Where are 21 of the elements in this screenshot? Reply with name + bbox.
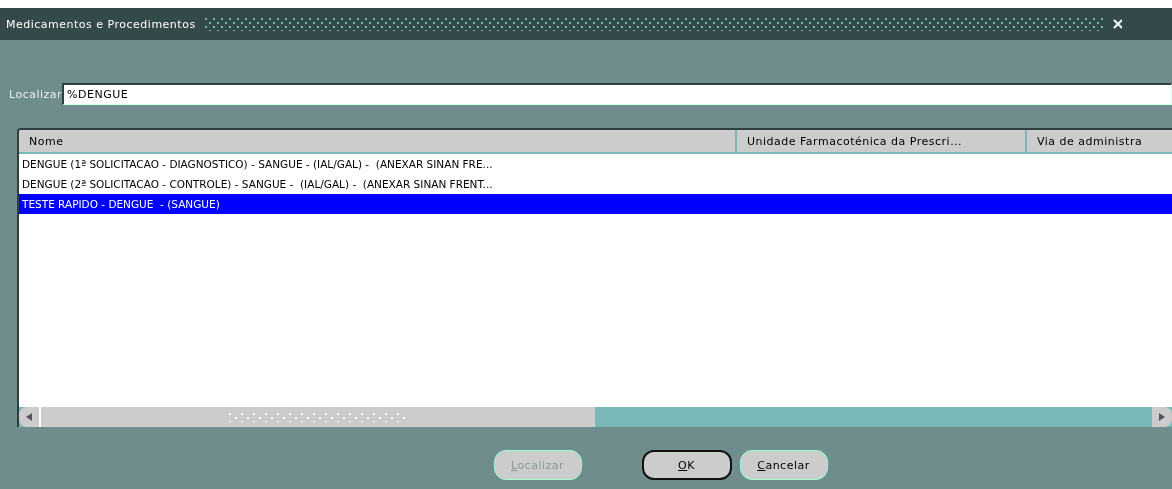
table-cell: TESTE RAPIDO - DENGUE - (SANGUE) — [22, 198, 220, 210]
close-icon[interactable] — [1111, 18, 1122, 30]
table-row[interactable]: DENGUE (1ª SOLICITACAO - DIAGNOSTICO) - SANGUE - (IAL/GAL) - (ANEXAR SINAN FRE... — [19, 154, 1172, 174]
horizontal-scrollbar[interactable] — [19, 407, 1172, 427]
search-field[interactable]: %DENGUE — [62, 83, 1172, 105]
dialog-button[interactable]: OK — [641, 450, 732, 480]
column-header[interactable]: Nome — [19, 130, 737, 152]
window-title: Medicamentos e Procedimentos — [6, 17, 196, 31]
column-header[interactable]: Unidade Farmacoténica da Prescri... — [737, 130, 1027, 152]
table-row[interactable]: DENGUE (2ª SOLICITACAO - CONTROLE) - SANGUE - (IAL/GAL) - (ANEXAR SINAN FRENT... — [19, 174, 1172, 194]
table-cell: DENGUE (2ª SOLICITACAO - CONTROLE) - SANGUE - (IAL/GAL) - (ANEXAR SINAN FRENT... — [22, 178, 493, 190]
scroll-left-button[interactable] — [19, 407, 39, 427]
table-row[interactable]: TESTE RAPIDO - DENGUE - (SANGUE) — [19, 194, 1172, 214]
table-cell: DENGUE (1ª SOLICITACAO - DIAGNOSTICO) - SANGUE - (IAL/GAL) - (ANEXAR SINAN FRE... — [22, 158, 493, 170]
scroll-right-button[interactable] — [1152, 407, 1172, 427]
right-arrow-icon — [1159, 413, 1165, 421]
search-label: Localizar — [9, 87, 63, 101]
scroll-thumb[interactable] — [39, 407, 595, 427]
column-header[interactable]: Via de administra — [1027, 130, 1172, 152]
dialog-button[interactable]: Cancelar — [739, 450, 828, 480]
left-arrow-icon — [26, 413, 32, 421]
